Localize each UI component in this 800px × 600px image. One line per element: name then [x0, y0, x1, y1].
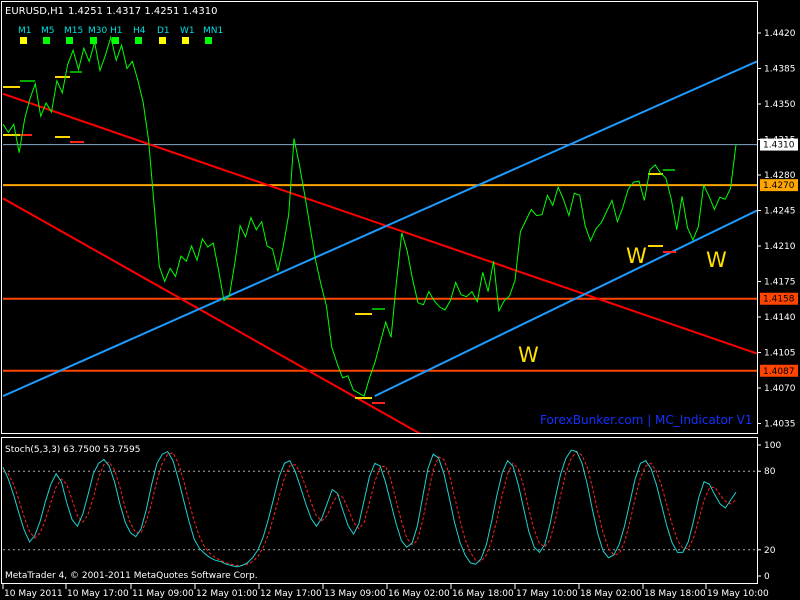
current-price-label: 1.4310: [763, 141, 795, 151]
x-tick-label: 16 May 18:00: [452, 589, 514, 599]
timeframe-status-mn1: [205, 37, 212, 44]
timeframe-status-h1: [112, 37, 119, 44]
stochastic-y-axis: 100 80 20 0: [757, 441, 781, 582]
x-tick-label: 18 May 18:00: [644, 589, 706, 599]
x-tick-label: 10 May 17:00: [67, 589, 129, 599]
x-tick-label: 19 May 10:00: [707, 589, 769, 599]
y-tick-label: 1.4070: [764, 384, 796, 394]
wave-label-2: W: [626, 244, 647, 268]
stoch-y-tick-label: 20: [764, 546, 776, 556]
wave-label-3: W: [706, 248, 727, 272]
level-price-label: 1.4087: [763, 367, 795, 377]
y-tick-label: 1.4210: [764, 242, 796, 252]
timeframe-label-m30: M30: [88, 26, 107, 36]
time-x-axis: 10 May 2011 10 May 17:00 11 May 09:00 12 Ma…: [2, 584, 769, 599]
timeframe-label-h4: H4: [133, 26, 146, 36]
stoch-y-tick-label: 0: [764, 572, 770, 582]
timeframe-status-w1: [182, 37, 189, 44]
stochastic-panel[interactable]: [1, 437, 758, 584]
timeframe-status-m30: [90, 37, 97, 44]
timeframe-label-m1: M1: [18, 26, 32, 36]
x-tick-label: 17 May 10:00: [516, 589, 578, 599]
footer-copyright: MetaTrader 4, © 2001-2011 MetaQuotes Sof…: [5, 571, 258, 581]
x-tick-label: 16 May 02:00: [388, 589, 450, 599]
timeframe-status-h4: [135, 37, 142, 44]
x-tick-label: 12 May 01:00: [196, 589, 258, 599]
timeframe-label-mn1: MN1: [203, 26, 223, 36]
timeframe-status-m1: [20, 37, 27, 44]
timeframe-status-m5: [43, 37, 50, 44]
level-price-label: 1.4158: [763, 295, 795, 305]
timeframe-label-h1: H1: [110, 26, 123, 36]
y-tick-label: 1.4420: [764, 29, 796, 39]
y-tick-label: 1.4350: [764, 100, 796, 110]
timeframe-label-m5: M5: [41, 26, 55, 36]
stoch-y-tick-label: 80: [764, 467, 776, 477]
y-tick-label: 1.4245: [764, 207, 796, 217]
timeframe-label-m15: M15: [64, 26, 83, 36]
x-tick-label: 11 May 09:00: [132, 589, 194, 599]
chart-window[interactable]: 1.44201.43851.43501.43151.42801.42451.42…: [0, 0, 800, 600]
timeframe-status-d1: [159, 37, 166, 44]
price-panel[interactable]: [1, 1, 758, 434]
y-tick-label: 1.4105: [764, 349, 796, 359]
level-price-label: 1.4270: [763, 181, 795, 191]
timeframe-status-m15: [66, 37, 73, 44]
chart-header-symbol: EURUSD,H1: [5, 6, 64, 17]
y-tick-label: 1.4035: [764, 420, 796, 430]
chart-header-ohlc: 1.4251 1.4317 1.4251 1.4310: [68, 6, 218, 17]
price-y-axis: 1.44201.43851.43501.43151.42801.42451.42…: [757, 29, 798, 430]
x-tick-label: 12 May 17:00: [260, 589, 322, 599]
wave-label-1: W: [518, 343, 539, 367]
x-tick-label: 13 May 09:00: [324, 589, 386, 599]
stoch-y-tick-label: 100: [764, 441, 781, 451]
x-tick-label: 18 May 02:00: [580, 589, 642, 599]
y-tick-label: 1.4385: [764, 65, 796, 75]
y-tick-label: 1.4175: [764, 278, 796, 288]
x-tick-label: 10 May 2011: [4, 589, 63, 599]
y-tick-label: 1.4140: [764, 313, 796, 323]
watermark: ForexBunker.com | MC_Indicator V1: [540, 413, 752, 427]
stochastic-title: Stoch(5,3,3) 63.7500 53.7595: [5, 445, 140, 455]
timeframe-label-w1: W1: [180, 26, 195, 36]
timeframe-label-d1: D1: [157, 26, 170, 36]
